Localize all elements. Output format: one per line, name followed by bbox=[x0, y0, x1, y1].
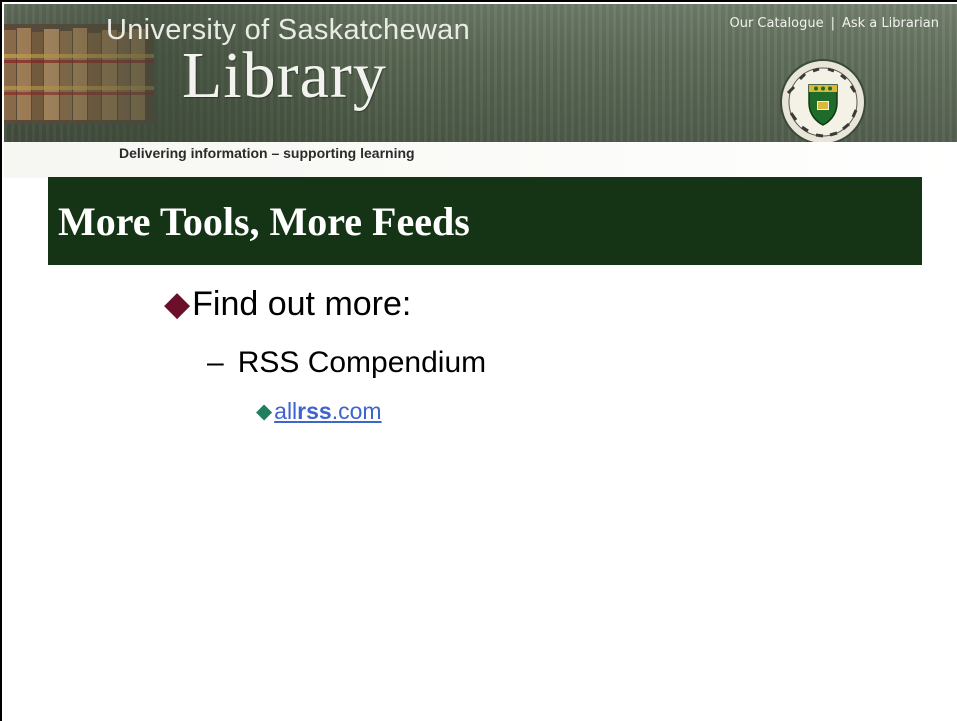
header-links: Our Catalogue | Ask a Librarian bbox=[729, 16, 939, 31]
link-separator: | bbox=[830, 16, 835, 31]
slide-title: More Tools, More Feeds bbox=[58, 199, 470, 244]
link-suffix: .com bbox=[331, 398, 382, 424]
catalogue-link[interactable]: Our Catalogue bbox=[729, 16, 823, 31]
bullet-level3: ◆ allrss.com bbox=[256, 398, 382, 425]
library-wordmark: Library bbox=[182, 39, 387, 112]
link-bold-part: rss bbox=[297, 398, 332, 424]
bullet-level2-text: RSS Compendium bbox=[237, 346, 487, 379]
university-crest-icon bbox=[780, 59, 866, 142]
bullet-level1: ◆ Find out more: bbox=[164, 284, 411, 324]
library-tagline: Delivering information – supporting lear… bbox=[119, 145, 415, 161]
library-banner: University of Saskatchewan Library Our C… bbox=[4, 4, 957, 142]
allrss-link[interactable]: allrss.com bbox=[274, 398, 381, 425]
dash-marker: – bbox=[207, 346, 224, 379]
small-diamond-bullet-icon: ◆ bbox=[256, 400, 273, 423]
slide-title-bar: More Tools, More Feeds bbox=[48, 177, 922, 265]
bullet-level2: – RSS Compendium bbox=[207, 346, 486, 380]
diamond-bullet-icon: ◆ bbox=[164, 285, 191, 323]
bullet-level1-text: Find out more: bbox=[192, 284, 412, 323]
slide-frame: University of Saskatchewan Library Our C… bbox=[0, 0, 957, 721]
ask-librarian-link[interactable]: Ask a Librarian bbox=[842, 16, 939, 31]
link-prefix: all bbox=[274, 398, 298, 424]
